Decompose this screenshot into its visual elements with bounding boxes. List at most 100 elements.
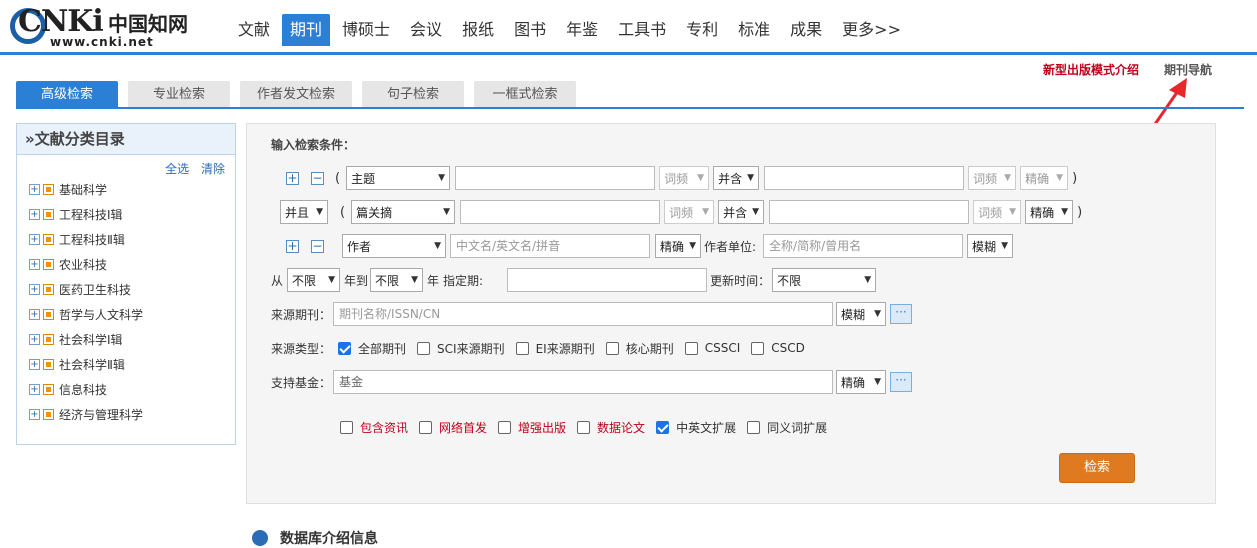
source-type-checkbox[interactable] bbox=[515, 341, 529, 355]
freq-select-1[interactable]: 词频 ▼ bbox=[659, 166, 710, 190]
nav-item[interactable]: 年鉴 bbox=[558, 14, 606, 46]
chevron-down-icon: ▼ bbox=[874, 309, 882, 319]
nav-item[interactable]: 期刊 bbox=[282, 14, 331, 46]
update-select[interactable]: 不限 ▼ bbox=[772, 268, 877, 292]
category-checkbox[interactable] bbox=[43, 384, 54, 395]
expand-icon[interactable]: + bbox=[29, 234, 40, 245]
nav-item[interactable]: 文献 bbox=[230, 14, 278, 46]
category-checkbox[interactable] bbox=[43, 259, 54, 270]
source-journal-input[interactable]: 期刊名称/ISSN/CN bbox=[333, 302, 834, 326]
nav-item[interactable]: 图书 bbox=[506, 14, 554, 46]
nav-item[interactable]: 更多>> bbox=[834, 14, 909, 46]
category-item[interactable]: + 社会科学Ⅰ辑 bbox=[29, 327, 143, 352]
source-type-checkbox[interactable] bbox=[751, 341, 765, 355]
expand-icon[interactable]: + bbox=[29, 309, 40, 320]
logic-select[interactable]: 并含 ▼ bbox=[713, 166, 760, 190]
expand-icon[interactable]: + bbox=[29, 284, 40, 295]
extra-option-label: 中英文扩展 bbox=[676, 420, 737, 435]
match-select[interactable]: 精确 ▼ bbox=[1025, 200, 1074, 224]
expand-icon[interactable]: + bbox=[29, 209, 40, 220]
period-input[interactable] bbox=[507, 268, 708, 292]
field-select[interactable]: 主题 ▼ bbox=[346, 166, 451, 190]
fund-match-select[interactable]: 精确 ▼ bbox=[836, 370, 887, 394]
nav-item[interactable]: 工具书 bbox=[610, 14, 674, 46]
remove-row-button[interactable]: − bbox=[311, 239, 324, 253]
keyword-input-1[interactable] bbox=[455, 166, 656, 190]
search-tab[interactable]: 作者发文检索 bbox=[240, 81, 352, 108]
author-input[interactable]: 中文名/英文名/拼音 bbox=[450, 234, 650, 258]
category-checkbox[interactable] bbox=[43, 234, 54, 245]
category-item[interactable]: + 工程科技Ⅱ辑 bbox=[29, 227, 143, 252]
unit-input[interactable]: 全称/简称/曾用名 bbox=[763, 234, 964, 258]
extra-option-checkbox[interactable] bbox=[656, 420, 670, 434]
category-item[interactable]: + 社会科学Ⅱ辑 bbox=[29, 352, 143, 377]
remove-row-button[interactable]: − bbox=[311, 171, 324, 185]
keyword-input-4[interactable] bbox=[769, 200, 970, 224]
unit-match-select[interactable]: 模糊 ▼ bbox=[967, 234, 1014, 258]
source-type-checkbox[interactable] bbox=[684, 341, 698, 355]
extra-option-checkbox[interactable] bbox=[577, 420, 591, 434]
extra-option-checkbox[interactable] bbox=[419, 420, 433, 434]
nav-item[interactable]: 会议 bbox=[402, 14, 450, 46]
category-item[interactable]: + 哲学与人文科学 bbox=[29, 302, 143, 327]
category-checkbox[interactable] bbox=[43, 334, 54, 345]
expand-icon[interactable]: + bbox=[29, 334, 40, 345]
expand-icon[interactable]: + bbox=[29, 359, 40, 370]
logic-select[interactable]: 并含 ▼ bbox=[718, 200, 765, 224]
category-checkbox[interactable] bbox=[43, 209, 54, 220]
freq-value: 词频 bbox=[664, 171, 689, 186]
source-type-checkbox[interactable] bbox=[417, 341, 431, 355]
freq-select-3[interactable]: 词频 ▼ bbox=[664, 200, 715, 224]
expand-icon[interactable]: + bbox=[29, 409, 40, 420]
category-checkbox[interactable] bbox=[43, 309, 54, 320]
field-select[interactable]: 篇关摘 ▼ bbox=[351, 200, 456, 224]
category-item[interactable]: + 农业科技 bbox=[29, 252, 143, 277]
extra-option-checkbox[interactable] bbox=[498, 420, 512, 434]
more-options-button[interactable]: ··· bbox=[890, 304, 913, 324]
nav-item[interactable]: 成果 bbox=[782, 14, 830, 46]
nav-item[interactable]: 博硕士 bbox=[334, 14, 398, 46]
keyword-input-2[interactable] bbox=[764, 166, 965, 190]
search-tab[interactable]: 一框式检索 bbox=[474, 81, 576, 108]
category-checkbox[interactable] bbox=[43, 409, 54, 420]
year-to-select[interactable]: 不限 ▼ bbox=[370, 268, 424, 292]
select-all-link[interactable]: 全选 bbox=[165, 162, 189, 176]
nav-item[interactable]: 标准 bbox=[730, 14, 778, 46]
category-item[interactable]: + 工程科技Ⅰ辑 bbox=[29, 202, 143, 227]
category-checkbox[interactable] bbox=[43, 184, 54, 195]
source-type-checkbox[interactable] bbox=[605, 341, 619, 355]
category-checkbox[interactable] bbox=[43, 359, 54, 370]
source-match-select[interactable]: 模糊 ▼ bbox=[836, 302, 887, 326]
source-type-checkbox[interactable] bbox=[338, 341, 352, 355]
expand-icon[interactable]: + bbox=[29, 184, 40, 195]
author-field-select[interactable]: 作者 ▼ bbox=[342, 234, 446, 258]
expand-icon[interactable]: + bbox=[29, 384, 40, 395]
category-checkbox[interactable] bbox=[43, 284, 54, 295]
more-options-button[interactable]: ··· bbox=[890, 372, 913, 392]
bool-select[interactable]: 并且 ▼ bbox=[280, 200, 328, 224]
match-select[interactable]: 精确 ▼ bbox=[1020, 166, 1069, 190]
search-tab[interactable]: 高级检索 bbox=[16, 81, 118, 108]
nav-item[interactable]: 报纸 bbox=[454, 14, 502, 46]
freq-select-4[interactable]: 词频 ▼ bbox=[973, 200, 1022, 224]
search-tab[interactable]: 句子检索 bbox=[362, 81, 464, 108]
extra-option-checkbox[interactable] bbox=[747, 420, 761, 434]
year-from-select[interactable]: 不限 ▼ bbox=[287, 268, 341, 292]
category-item[interactable]: + 信息科技 bbox=[29, 377, 143, 402]
category-item[interactable]: + 经济与管理科学 bbox=[29, 402, 143, 427]
cnki-logo[interactable]: CNKi 中国知网 www.cnki.net bbox=[10, 4, 195, 52]
search-tab[interactable]: 专业检索 bbox=[128, 81, 230, 108]
add-row-button[interactable]: + bbox=[286, 239, 299, 253]
category-item[interactable]: + 医药卫生科技 bbox=[29, 277, 143, 302]
extra-option-checkbox[interactable] bbox=[340, 420, 353, 434]
expand-icon[interactable]: + bbox=[29, 259, 40, 270]
add-row-button[interactable]: + bbox=[286, 171, 299, 185]
clear-link[interactable]: 清除 bbox=[201, 162, 225, 176]
author-match-select[interactable]: 精确 ▼ bbox=[655, 234, 701, 258]
freq-select-2[interactable]: 词频 ▼ bbox=[968, 166, 1017, 190]
nav-item[interactable]: 专利 bbox=[678, 14, 726, 46]
category-item[interactable]: + 基础科学 bbox=[29, 177, 143, 202]
search-button[interactable]: 检索 bbox=[1059, 453, 1135, 483]
keyword-input-3[interactable] bbox=[460, 200, 661, 224]
fund-input[interactable]: 基金 bbox=[333, 370, 834, 394]
